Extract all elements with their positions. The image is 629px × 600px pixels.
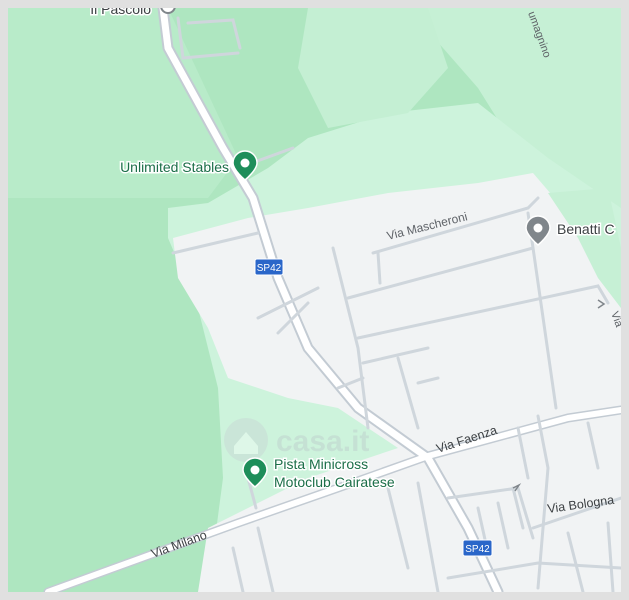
poi-label: Unlimited Stables: [120, 159, 229, 175]
svg-text:SP42: SP42: [257, 263, 282, 274]
route-shield-sp42: SP42: [462, 539, 493, 557]
poi-label: Pista Minicross: [274, 456, 368, 472]
map-canvas[interactable]: casa.it Via Mascheroni Via Faenza Via Bo…: [8, 8, 621, 592]
map-frame[interactable]: casa.it Via Mascheroni Via Faenza Via Bo…: [8, 8, 621, 592]
poi-label: Benatti C: [557, 221, 615, 237]
route-shield-sp42: SP42: [254, 258, 284, 276]
poi-label: Motoclub Cairatese: [274, 474, 395, 490]
svg-text:SP42: SP42: [465, 544, 490, 555]
watermark-text: casa.it: [276, 425, 369, 458]
gray-pin-icon: [160, 8, 176, 14]
poi-label: Il Pascolo: [90, 8, 151, 17]
